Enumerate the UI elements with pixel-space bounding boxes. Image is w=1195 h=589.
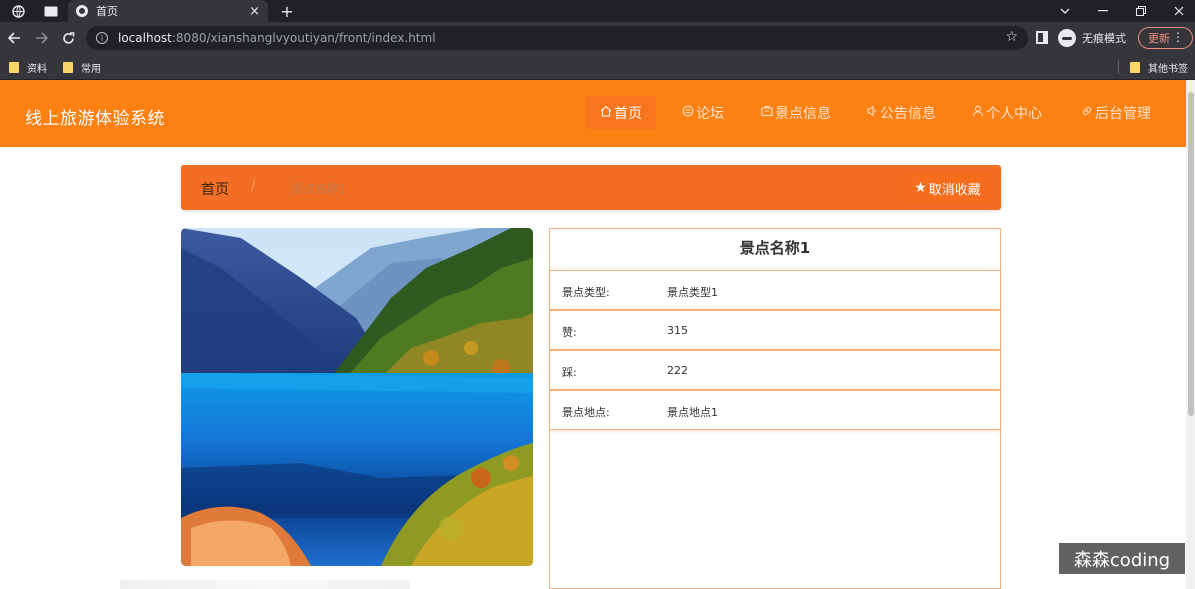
browser-toolbar: i localhost:8080/xianshanglvyoutiyan/fro…: [0, 22, 1195, 54]
browser-tab-active[interactable]: 首页 ×: [68, 0, 268, 22]
browser-tab-strip: 首页 × +: [0, 0, 1195, 22]
nav-item-notice[interactable]: 公告信息: [857, 96, 945, 129]
cancel-favorite-button[interactable]: ★ 取消收藏: [903, 173, 992, 203]
nav-item-home[interactable]: 首页: [586, 96, 656, 129]
nav-label: 论坛: [696, 105, 724, 122]
site-header: 线上旅游体验系统 首页 论坛 景点信息 公告信息 个人中心 后台管理: [0, 80, 1186, 147]
forum-icon: [682, 105, 694, 121]
nav-label: 公告信息: [880, 105, 936, 122]
minimize-icon[interactable]: [1084, 0, 1122, 22]
restore-icon[interactable]: [1122, 0, 1160, 22]
detail-row-likes: 赞: 315: [550, 310, 1000, 350]
bookmark-folder-ziliao[interactable]: 资料: [9, 59, 47, 75]
detail-value: 315: [667, 324, 688, 337]
breadcrumb-separator: /: [251, 179, 256, 194]
tab-title: 首页: [96, 5, 118, 18]
bookmarks-bar: 资料 常用 其他书签: [0, 54, 1195, 80]
bookmark-star-icon[interactable]: ☆: [1005, 29, 1018, 45]
nav-item-forum[interactable]: 论坛: [670, 96, 736, 129]
nav-item-admin[interactable]: 后台管理: [1068, 96, 1164, 129]
bookmarks-divider: [1118, 60, 1119, 74]
window-tab-icon[interactable]: [40, 0, 62, 22]
other-bookmarks-folder[interactable]: 其他书签: [1130, 59, 1188, 75]
folder-icon: [63, 61, 73, 73]
url-host: localhost: [118, 31, 172, 45]
scenic-detail-panel: 景点名称1 景点类型: 景点类型1 赞: 315 踩: 222 景点地点: 景点…: [549, 228, 1001, 589]
breadcrumb: 首页 / 景点名称1 ★ 取消收藏: [181, 165, 1001, 210]
scrollbar-thumb[interactable]: [1188, 92, 1194, 416]
breadcrumb-current: 景点名称1: [291, 182, 347, 196]
close-tab-icon[interactable]: ×: [249, 4, 260, 19]
back-arrow-icon[interactable]: [3, 22, 25, 54]
nav-label: 首页: [614, 105, 642, 122]
scenic-name-title: 景点名称1: [739, 239, 811, 257]
nav-item-user-center[interactable]: 个人中心: [962, 96, 1052, 129]
detail-value: 景点类型1: [667, 286, 718, 299]
detail-row-type: 景点类型: 景点类型1: [550, 270, 1000, 310]
forward-arrow-icon[interactable]: [30, 22, 52, 54]
site-favicon-icon: [76, 5, 88, 17]
detail-label: 赞:: [562, 326, 577, 339]
breadcrumb-home-link[interactable]: 首页: [201, 179, 229, 199]
detail-row-location: 景点地点: 景点地点1: [550, 390, 1000, 430]
page-footer-fade: [120, 580, 410, 589]
home-icon: [600, 105, 612, 121]
cancel-favorite-label: 取消收藏: [928, 182, 981, 198]
user-icon: [972, 105, 984, 121]
nav-label: 景点信息: [775, 105, 831, 122]
bookmark-label: 资料: [27, 63, 47, 75]
folder-icon: [1130, 61, 1140, 73]
detail-row-dislikes: 踩: 222: [550, 350, 1000, 390]
more-menu-icon[interactable]: ⋮: [1172, 30, 1184, 44]
site-title: 线上旅游体验系统: [25, 109, 165, 129]
detail-label: 景点地点:: [562, 406, 610, 419]
incognito-indicator[interactable]: 无痕模式: [1058, 27, 1126, 49]
tab-search-icon[interactable]: [1046, 0, 1084, 22]
globe-icon[interactable]: [8, 0, 28, 22]
bookmark-folder-changyong[interactable]: 常用: [63, 59, 101, 75]
bookmark-label: 常用: [81, 63, 101, 75]
incognito-icon: [1058, 29, 1076, 47]
site-info-icon[interactable]: i: [96, 32, 108, 44]
address-bar[interactable]: i localhost:8080/xianshanglvyoutiyan/fro…: [86, 26, 1028, 50]
scenic-icon: [761, 105, 773, 121]
new-tab-button[interactable]: +: [278, 0, 296, 22]
other-bookmarks-label: 其他书签: [1148, 63, 1188, 75]
close-window-icon[interactable]: [1160, 0, 1195, 22]
star-icon: ★: [914, 180, 927, 196]
detail-value: 景点地点1: [667, 406, 718, 419]
detail-label: 景点类型:: [562, 286, 610, 299]
reload-icon[interactable]: [57, 22, 79, 54]
notice-icon: [866, 104, 878, 121]
incognito-label: 无痕模式: [1082, 32, 1126, 45]
link-icon: [1081, 105, 1093, 121]
folder-icon: [9, 61, 19, 73]
video-watermark: 森森coding: [1059, 543, 1185, 574]
update-label: 更新: [1148, 32, 1170, 45]
scenic-photo: [181, 228, 533, 566]
side-panel-icon[interactable]: [1036, 31, 1048, 44]
update-button[interactable]: 更新 ⋮: [1138, 27, 1193, 49]
nav-label: 后台管理: [1095, 105, 1151, 122]
nav-item-scenic[interactable]: 景点信息: [752, 96, 840, 129]
nav-label: 个人中心: [986, 105, 1042, 122]
url-path: :8080/xianshanglvyoutiyan/front/index.ht…: [171, 31, 436, 45]
detail-value: 222: [667, 364, 688, 377]
detail-label: 踩:: [562, 366, 577, 379]
